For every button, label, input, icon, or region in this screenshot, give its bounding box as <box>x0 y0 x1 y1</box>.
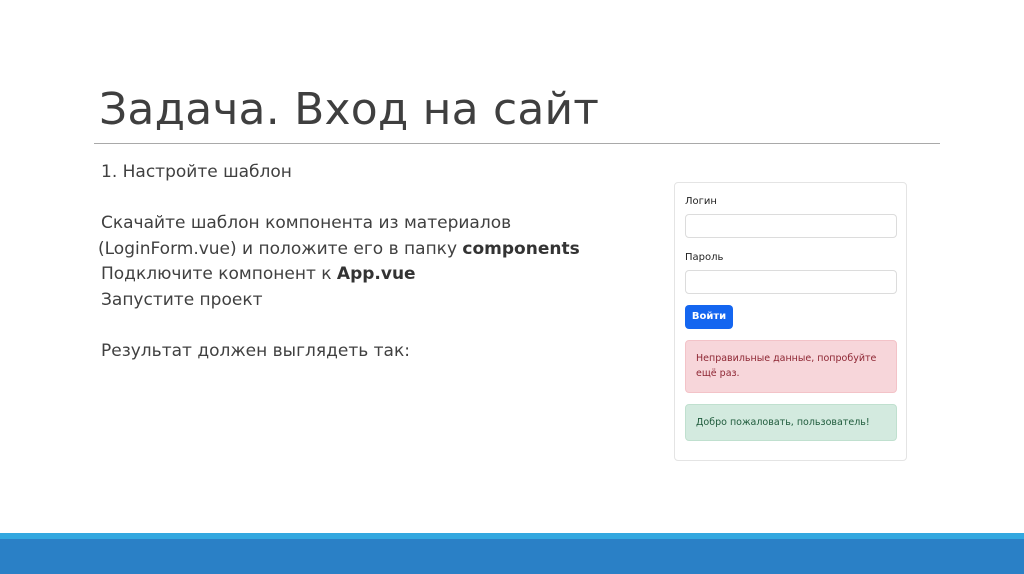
slide: Задача. Вход на сайт 1. Настройте шаблон… <box>0 0 1024 574</box>
step-heading: 1. Настройте шаблон <box>101 162 292 182</box>
instruction-place: (LoginForm.vue) и положите его в папку c… <box>98 237 580 263</box>
success-alert: Добро пожаловать, пользователь! <box>685 404 897 441</box>
login-input[interactable] <box>685 214 897 238</box>
login-button[interactable]: Войти <box>685 305 733 329</box>
footer-bar <box>0 539 1024 574</box>
title-divider <box>94 143 940 144</box>
login-form-card: Логин Пароль Войти Неправильные данные, … <box>674 182 907 461</box>
login-label: Логин <box>685 196 717 207</box>
instruction-connect-text: Подключите компонент к <box>101 264 337 284</box>
instruction-connect-file: App.vue <box>336 264 416 284</box>
password-label: Пароль <box>685 252 724 263</box>
password-input[interactable] <box>685 270 897 294</box>
instruction-place-text: (LoginForm.vue) и положите его в папку <box>98 238 463 259</box>
slide-body: 1. Настройте шаблон Скачайте шаблон комп… <box>98 160 580 364</box>
instruction-connect: Подключите компонент к App.vue <box>101 262 580 288</box>
instruction-download: Скачайте шаблон компонента из материалов <box>101 213 512 233</box>
instruction-place-folder: components <box>462 238 580 259</box>
instruction-result: Результат должен выглядеть так: <box>101 340 410 361</box>
instruction-run: Запустите проект <box>101 289 263 310</box>
slide-title: Задача. Вход на сайт <box>99 84 600 135</box>
error-alert: Неправильные данные, попробуйте ещё раз. <box>685 340 897 393</box>
